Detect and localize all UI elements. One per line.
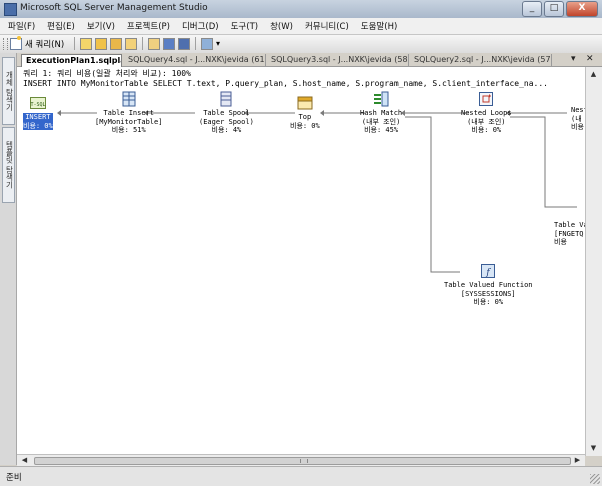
link-nested-tvf1 [510, 116, 577, 208]
node-hash-match-line2: (내부 조인) [361, 117, 401, 126]
toolbar-separator [142, 37, 143, 50]
tab-execution-plan[interactable]: ExecutionPlan1.sqlplan* [21, 54, 122, 67]
xmla-query-icon[interactable] [125, 37, 137, 50]
scroll-left-icon[interactable]: ◀ [19, 455, 30, 466]
node-tvf-syssessions-line1: Table Valued Function [444, 281, 533, 289]
node-tvf-syssessions-cost: 비용: 0% [473, 298, 504, 306]
node-table-spool-line2: (Eager Spool) [199, 117, 254, 126]
node-nested-loops-cost: 비용: 0% [471, 126, 502, 134]
node-tvf-syssessions-line2: [SYSSESSIONS] [460, 289, 516, 298]
plan-node-top[interactable]: Top 비용: 0% [290, 95, 320, 130]
save-icon[interactable] [163, 37, 175, 50]
table-insert-icon [122, 91, 136, 107]
tab-sqlquery3[interactable]: SQLQuery3.sql - J...NXK\jevida (58))* [267, 54, 409, 66]
title-bar: Microsoft SQL Server Management Studio _… [0, 0, 602, 19]
plan-node-tvf-syssessions[interactable]: f Table Valued Function [SYSSESSIONS] 비용… [444, 263, 533, 307]
menu-window[interactable]: 창(W) [270, 20, 293, 32]
app-icon [4, 3, 17, 16]
status-bar: 준비 [0, 466, 602, 486]
toolbar-overflow-icon[interactable]: ▾ [216, 39, 220, 48]
node-nested-loops-line1: Nested Loops [461, 109, 512, 117]
node-hash-match-line1: Hash Match [360, 109, 403, 117]
template-explorer-tab[interactable]: 템플릿 탐색기 [2, 127, 15, 203]
new-query-icon [10, 36, 22, 50]
status-text: 준비 [6, 473, 22, 483]
node-nested-loops-line2: (내부 조인) [467, 117, 506, 126]
maximize-button[interactable]: □ [544, 1, 564, 17]
menu-tools[interactable]: 도구(T) [231, 20, 258, 32]
toolbar-grip[interactable] [3, 38, 8, 50]
menu-project[interactable]: 프로젝트(P) [127, 20, 170, 32]
analysis-query-icon[interactable] [95, 37, 107, 50]
node-top-line1: Top [298, 113, 312, 121]
close-tab-icon[interactable]: ✕ [586, 54, 594, 64]
svg-text:T-SQL: T-SQL [30, 102, 45, 108]
new-query-label: 새 쿼리(N) [25, 40, 65, 50]
execution-plan-pane: 쿼리 1: 쿼리 비용(일괄 처리와 비교): 100% INSERT INTO… [17, 67, 601, 456]
save-all-icon[interactable] [178, 37, 190, 50]
open-file-icon[interactable] [148, 37, 160, 50]
database-engine-query-icon[interactable] [80, 37, 92, 50]
plan-node-nested-loops[interactable]: Nested Loops (내부 조인) 비용: 0% [461, 91, 512, 135]
plan-node-table-insert[interactable]: Table Insert [MyMonitorTable] 비용: 51% [95, 91, 162, 135]
menu-view[interactable]: 보기(V) [87, 20, 115, 32]
close-button[interactable]: X [566, 1, 598, 17]
resize-grip-icon[interactable] [590, 474, 600, 484]
vertical-scrollbar[interactable]: ▲ ▼ [585, 67, 602, 456]
side-tab-strip: 개체 탐색기 템플릿 탐색기 [0, 53, 17, 465]
menu-edit[interactable]: 편집(E) [47, 20, 75, 32]
node-table-spool-line1: Table Spool [203, 109, 250, 117]
tab-list-dropdown-icon[interactable]: ▾ [571, 54, 576, 64]
tab-sqlquery4[interactable]: SQLQuery4.sql - J...NXK\jevida (61))* [124, 54, 266, 66]
node-top-cost: 비용: 0% [290, 121, 320, 130]
node-table-insert-cost: 비용: 51% [111, 126, 146, 134]
horizontal-scroll-thumb[interactable] [34, 457, 571, 465]
scroll-up-icon[interactable]: ▲ [588, 69, 599, 80]
standard-toolbar: 새 쿼리(N) ▾ [0, 35, 602, 54]
scroll-right-icon[interactable]: ▶ [572, 455, 583, 466]
plan-node-table-spool[interactable]: Table Spool (Eager Spool) 비용: 4% [199, 91, 254, 135]
link-hash-tvf-sessions [405, 116, 460, 273]
toolbar-separator [74, 37, 75, 50]
new-query-button[interactable]: 새 쿼리(N) [10, 36, 65, 51]
document-tab-bar: ExecutionPlan1.sqlplan* SQLQuery4.sql - … [17, 53, 602, 67]
node-hash-match-cost: 비용: 45% [364, 126, 399, 134]
node-insert-line2: 비용: 0% [23, 121, 53, 130]
top-icon [297, 96, 313, 110]
node-insert-line1: INSERT [23, 113, 53, 122]
object-explorer-tab[interactable]: 개체 탐색기 [2, 57, 15, 125]
menu-bar: 파일(F) 편집(E) 보기(V) 프로젝트(P) 디버그(D) 도구(T) 창… [0, 18, 602, 35]
menu-debug[interactable]: 디버그(D) [182, 20, 219, 32]
scroll-thumb-grip [300, 459, 308, 463]
tsql-insert-icon: T-SQL [29, 97, 46, 109]
minimize-button[interactable]: _ [522, 1, 542, 17]
plan-node-hash-match[interactable]: Hash Match (내부 조인) 비용: 45% [360, 91, 402, 135]
table-valued-function-icon: f [481, 264, 496, 278]
toolbar-separator [195, 37, 196, 50]
plan-node-insert[interactable]: T-SQL INSERT 비용: 0% [23, 95, 53, 130]
activity-monitor-icon[interactable] [201, 37, 213, 50]
hash-match-icon [374, 91, 389, 107]
node-table-insert-line2: [MyMonitorTable] [95, 117, 163, 126]
scroll-down-icon[interactable]: ▼ [588, 443, 599, 454]
node-table-insert-line1: Table Insert [103, 109, 154, 117]
menu-file[interactable]: 파일(F) [8, 20, 35, 32]
table-spool-icon [220, 91, 232, 107]
tab-sqlquery2[interactable]: SQLQuery2.sql - J...NXK\jevida (57))* [410, 54, 552, 66]
window-title: Microsoft SQL Server Management Studio [20, 3, 208, 13]
menu-help[interactable]: 도움말(H) [361, 20, 397, 32]
nested-loops-icon [479, 92, 494, 106]
mdx-query-icon[interactable] [110, 37, 122, 50]
horizontal-scrollbar[interactable]: ◀ ▶ [17, 454, 585, 466]
menu-community[interactable]: 커뮤니티(C) [305, 20, 349, 32]
node-table-spool-cost: 비용: 4% [211, 126, 242, 134]
